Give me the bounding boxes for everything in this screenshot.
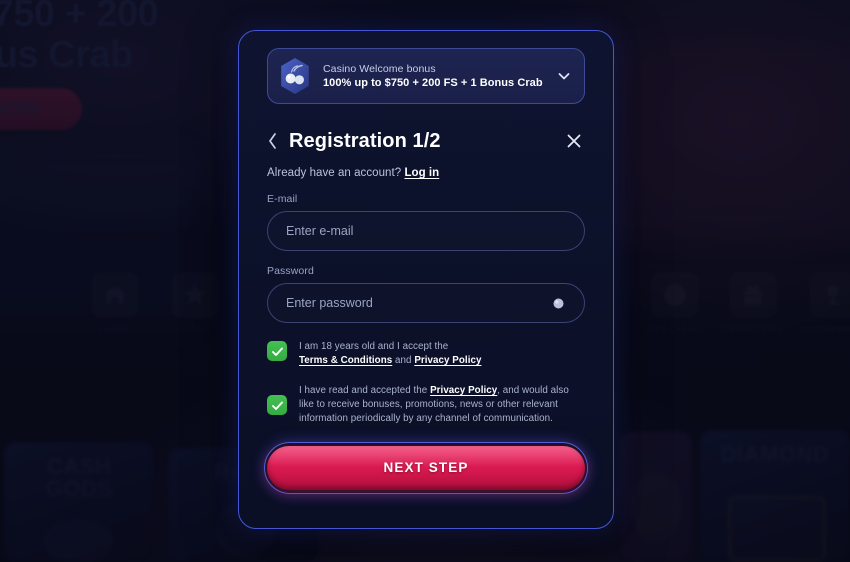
next-step-button[interactable]: NEXT STEP bbox=[267, 445, 585, 490]
terms-conditions-link[interactable]: Terms & Conditions bbox=[299, 355, 392, 366]
consent-age-checkbox[interactable] bbox=[267, 341, 287, 361]
consent-marketing-text: I have read and accepted the Privacy Pol… bbox=[299, 384, 585, 426]
account-prompt: Already have an account? Log in bbox=[267, 167, 585, 179]
password-field-group: Password bbox=[267, 265, 585, 323]
back-button[interactable] bbox=[267, 128, 285, 154]
chevron-down-icon[interactable] bbox=[556, 68, 572, 84]
login-link[interactable]: Log in bbox=[404, 167, 439, 179]
consent-marketing-text-before: I have read and accepted the bbox=[299, 384, 428, 396]
submit-area: NEXT STEP bbox=[264, 441, 588, 494]
email-input[interactable] bbox=[286, 224, 566, 238]
bonus-subtitle: Casino Welcome bonus bbox=[323, 62, 436, 75]
password-label: Password bbox=[267, 265, 314, 277]
privacy-policy-link-2[interactable]: Privacy Policy bbox=[430, 385, 497, 396]
close-icon[interactable] bbox=[563, 130, 585, 152]
privacy-policy-link[interactable]: Privacy Policy bbox=[414, 355, 481, 366]
consent-age-text: I am 18 years old and I accept the Terms… bbox=[299, 340, 481, 368]
registration-modal: Casino Welcome bonus 100% up to $750 + 2… bbox=[238, 30, 614, 529]
modal-header: Registration 1/2 bbox=[267, 118, 585, 164]
password-input[interactable] bbox=[286, 296, 550, 310]
bonus-texts: Casino Welcome bonus 100% up to $750 + 2… bbox=[323, 62, 545, 91]
consent-age-row: I am 18 years old and I accept the Terms… bbox=[267, 340, 585, 368]
email-input-wrapper[interactable] bbox=[267, 211, 585, 251]
email-field-group: E-mail bbox=[267, 193, 585, 251]
bonus-banner[interactable]: Casino Welcome bonus 100% up to $750 + 2… bbox=[267, 48, 585, 104]
password-input-wrapper[interactable] bbox=[267, 283, 585, 323]
eye-icon[interactable] bbox=[550, 295, 566, 311]
consent-age-text-middle: and bbox=[395, 354, 412, 366]
consent-marketing-checkbox[interactable] bbox=[267, 395, 287, 416]
cherry-hexagon-icon bbox=[278, 57, 312, 95]
account-prompt-text: Already have an account? bbox=[267, 167, 402, 179]
bonus-title: 100% up to $750 + 200 FS + 1 Bonus Crab bbox=[323, 76, 543, 89]
email-label: E-mail bbox=[267, 193, 298, 205]
page-title: Registration 1/2 bbox=[289, 129, 441, 152]
consent-age-text-before: I am 18 years old and I accept the bbox=[299, 341, 449, 352]
consent-marketing-row: I have read and accepted the Privacy Pol… bbox=[267, 384, 585, 426]
